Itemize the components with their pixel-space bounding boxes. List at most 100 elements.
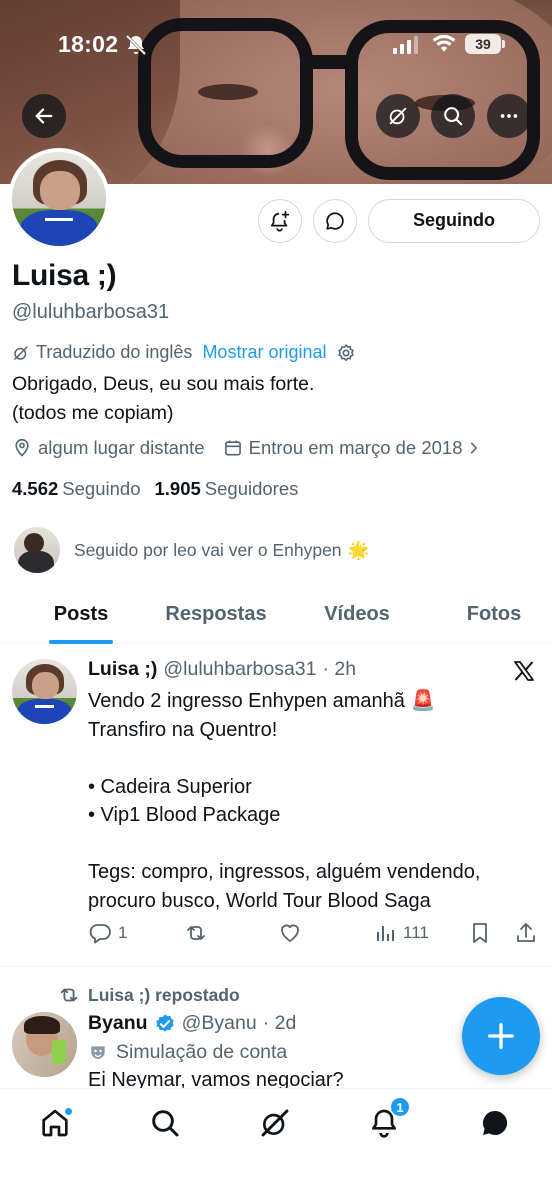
repost-icon [187, 926, 205, 940]
grok-icon [14, 345, 28, 360]
repost-text-content: Ei Neymar, vamos negociar? [88, 1070, 344, 1088]
repost-header: Byanu @Byanu · 2d [88, 1012, 296, 1035]
views-count: 111 [403, 923, 429, 942]
message-button[interactable] [313, 199, 357, 243]
bottom-navigation: 1 [0, 1088, 552, 1200]
more-icon [500, 114, 518, 118]
profile-bio: Obrigado, Deus, eu sou mais forte. (todo… [12, 370, 314, 428]
chevron-right-icon [470, 442, 477, 454]
signal-icon [393, 34, 418, 54]
tweet-avatar[interactable] [12, 659, 77, 724]
search-icon [152, 1110, 179, 1137]
joined-date-link[interactable]: Entrou em março de 2018 [223, 437, 481, 459]
repost-icon [60, 988, 78, 1002]
tweet-actions: 1 111 [88, 921, 540, 951]
status-time: 18:02 [58, 31, 119, 57]
home-unread-dot [64, 1107, 73, 1116]
simulation-label: Simulação de conta [116, 1041, 288, 1063]
like-icon [281, 924, 299, 942]
repost-button[interactable] [184, 921, 214, 945]
profile-name: Luisa ;) [12, 259, 117, 292]
gear-icon[interactable] [336, 343, 356, 363]
nav-search[interactable] [145, 1103, 185, 1143]
repost-label: Luisa ;) repostado [88, 984, 240, 1005]
location-icon [15, 438, 29, 457]
followers-count: 1.905 [154, 478, 201, 499]
notifications-badge: 1 [390, 1097, 410, 1117]
followers-label: Seguidores [204, 478, 299, 499]
profile-joined: Entrou em março de 2018 [248, 437, 463, 458]
share-icon [517, 923, 535, 942]
search-button[interactable] [431, 94, 475, 138]
simulation-notice: Simulação de conta [88, 1041, 287, 1064]
calendar-icon [224, 440, 241, 456]
show-original-link[interactable]: Mostrar original [202, 342, 326, 363]
tweet-text: Vendo 2 ingresso Enhypen amanhã 🚨 Transf… [88, 690, 481, 912]
following-link[interactable]: 4.562 Seguindo [12, 478, 140, 500]
reply-count: 1 [118, 923, 128, 942]
nav-messages[interactable] [475, 1103, 515, 1143]
profile-tabs: Posts Respostas Vídeos Fotos [0, 590, 552, 644]
followed-by-row[interactable]: Seguido por leo vai ver o Enhypen 🌟 [14, 527, 369, 573]
nav-grok[interactable] [255, 1103, 295, 1143]
chat-bubble-icon [482, 1110, 508, 1135]
grok-button[interactable] [376, 94, 420, 138]
message-icon [326, 212, 344, 230]
repost-indicator: Luisa ;) repostado [58, 984, 240, 1006]
back-arrow-icon [35, 108, 53, 124]
tweet-time: · 2h [322, 658, 357, 680]
nav-home[interactable] [35, 1103, 75, 1143]
tab-photos[interactable]: Fotos [444, 590, 544, 644]
back-button[interactable] [22, 94, 66, 138]
plus-icon [488, 1023, 514, 1049]
profile-avatar[interactable] [8, 148, 110, 250]
grok-icon [389, 107, 407, 125]
bio-line: (todos me copiam) [12, 402, 174, 424]
following-count: 4.562 [12, 478, 59, 499]
translated-label: Traduzido do inglês [36, 342, 193, 362]
tweet-header: Luisa ;) @luluhbarbosa31 · 2h [88, 658, 356, 681]
repost-text: Ei Neymar, vamos negociar? [88, 1070, 344, 1088]
repost-author-name[interactable]: Byanu [88, 1012, 148, 1035]
profile-meta: algum lugar distante Entrou em março de … [12, 437, 499, 459]
like-button[interactable] [278, 921, 308, 945]
wifi-icon [432, 34, 456, 52]
translation-notice: Traduzido do inglês Mostrar original [12, 342, 356, 363]
tab-posts[interactable]: Posts [0, 590, 162, 644]
tab-videos[interactable]: Vídeos [270, 590, 444, 644]
bell-plus-icon [270, 210, 290, 232]
notifications-toggle-button[interactable] [258, 199, 302, 243]
verified-icon [155, 1013, 174, 1032]
search-icon [444, 107, 463, 126]
more-options-button[interactable] [487, 94, 531, 138]
star-emoji: 🌟 [347, 539, 370, 560]
views-button[interactable]: 111 [373, 921, 429, 945]
following-button[interactable]: Seguindo [368, 199, 540, 243]
x-logo-icon [514, 661, 534, 681]
bio-line: Obrigado, Deus, eu sou mais forte. [12, 373, 315, 395]
repost-time: · 2d [262, 1012, 297, 1034]
reply-icon [89, 924, 111, 944]
repost-author-avatar[interactable] [12, 1012, 77, 1077]
followed-by-text: Seguido por leo vai ver o Enhypen [74, 539, 342, 560]
profile-stats: 4.562 Seguindo 1.905 Seguidores [12, 478, 298, 500]
reply-button[interactable]: 1 [88, 921, 127, 945]
repost-author-handle: @Byanu [181, 1012, 257, 1034]
tab-replies[interactable]: Respostas [162, 590, 270, 644]
followers-link[interactable]: 1.905 Seguidores [154, 478, 298, 500]
compose-button[interactable] [462, 997, 540, 1075]
tweet[interactable]: Luisa ;) @luluhbarbosa31 · 2h Vendo 2 in… [0, 645, 552, 967]
battery-indicator: 39 [465, 34, 505, 54]
bookmark-button[interactable] [468, 921, 492, 945]
bell-muted-icon [125, 34, 147, 56]
status-bar: 18:02 39 [0, 28, 552, 62]
bookmark-icon [473, 923, 487, 943]
parody-mask-icon [91, 1045, 105, 1059]
follower-avatar [14, 527, 60, 573]
share-button[interactable] [514, 921, 538, 945]
tweet-author-name[interactable]: Luisa ;) [88, 658, 157, 681]
nav-notifications[interactable]: 1 [364, 1097, 410, 1143]
grok-icon [261, 1109, 289, 1137]
following-label: Seguindo [62, 478, 141, 499]
tweet-author-handle: @luluhbarbosa31 [163, 658, 317, 680]
